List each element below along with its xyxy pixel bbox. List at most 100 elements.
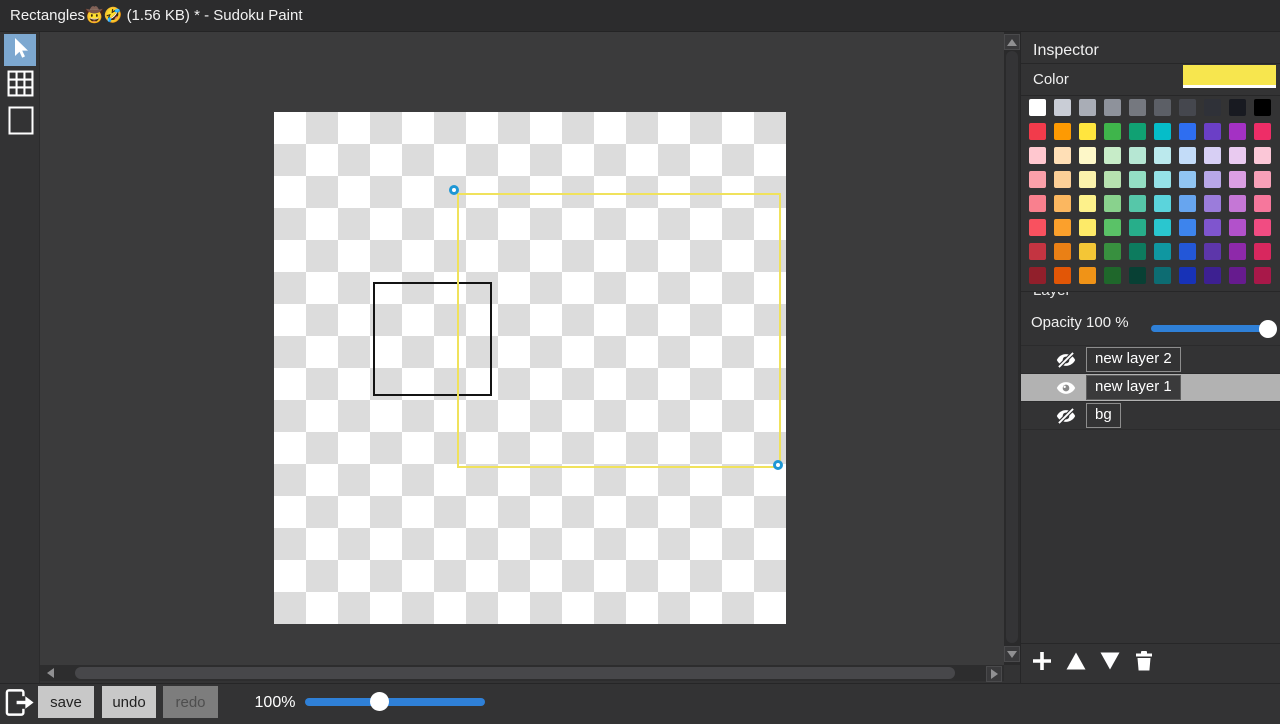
palette-swatch[interactable] [1154,123,1171,140]
rectangle-tool-button[interactable] [7,107,35,138]
palette-swatch[interactable] [1154,195,1171,212]
palette-swatch[interactable] [1204,147,1221,164]
palette-swatch[interactable] [1054,123,1071,140]
palette-swatch[interactable] [1029,195,1046,212]
scroll-right-button[interactable] [986,666,1002,682]
palette-swatch[interactable] [1254,99,1271,116]
palette-swatch[interactable] [1254,243,1271,260]
layer-row[interactable]: bg [1021,402,1280,430]
eye-hidden-icon[interactable] [1054,350,1078,370]
palette-swatch[interactable] [1179,99,1196,116]
palette-swatch[interactable] [1154,243,1171,260]
palette-swatch[interactable] [1179,171,1196,188]
move-layer-up-button[interactable] [1063,650,1089,676]
palette-swatch[interactable] [1229,195,1246,212]
canvas[interactable] [274,112,786,624]
palette-swatch[interactable] [1204,243,1221,260]
palette-swatch[interactable] [1054,219,1071,236]
palette-swatch[interactable] [1254,171,1271,188]
palette-swatch[interactable] [1054,171,1071,188]
palette-swatch[interactable] [1154,267,1171,284]
layer-name-input[interactable]: bg [1086,403,1121,428]
palette-swatch[interactable] [1029,219,1046,236]
palette-swatch[interactable] [1254,147,1271,164]
palette-swatch[interactable] [1229,243,1246,260]
palette-swatch[interactable] [1104,243,1121,260]
palette-swatch[interactable] [1029,123,1046,140]
palette-swatch[interactable] [1079,99,1096,116]
zoom-slider-handle[interactable] [370,692,389,711]
eye-visible-icon[interactable] [1054,378,1078,398]
selection-handle-top-left[interactable] [449,185,459,195]
palette-swatch[interactable] [1129,267,1146,284]
redo-button[interactable]: redo [163,686,218,718]
palette-swatch[interactable] [1029,267,1046,284]
palette-swatch[interactable] [1179,147,1196,164]
palette-swatch[interactable] [1154,147,1171,164]
palette-swatch[interactable] [1229,123,1246,140]
palette-swatch[interactable] [1029,171,1046,188]
palette-swatch[interactable] [1079,243,1096,260]
palette-swatch[interactable] [1204,267,1221,284]
vertical-scrollbar-thumb[interactable] [1006,51,1018,643]
palette-swatch[interactable] [1079,123,1096,140]
selected-rectangle-shape[interactable] [457,193,781,468]
palette-swatch[interactable] [1104,147,1121,164]
palette-swatch[interactable] [1129,243,1146,260]
delete-layer-button[interactable] [1131,650,1157,676]
palette-swatch[interactable] [1204,123,1221,140]
vertical-scrollbar[interactable] [1004,32,1020,665]
palette-swatch[interactable] [1029,99,1046,116]
palette-swatch[interactable] [1054,243,1071,260]
palette-swatch[interactable] [1054,195,1071,212]
palette-swatch[interactable] [1129,219,1146,236]
palette-swatch[interactable] [1104,123,1121,140]
eye-hidden-icon[interactable] [1054,406,1078,426]
palette-swatch[interactable] [1229,99,1246,116]
palette-swatch[interactable] [1079,147,1096,164]
horizontal-scrollbar[interactable] [40,665,1004,681]
layer-row[interactable]: new layer 1 [1021,374,1280,402]
palette-swatch[interactable] [1204,171,1221,188]
palette-swatch[interactable] [1104,171,1121,188]
palette-swatch[interactable] [1229,267,1246,284]
palette-swatch[interactable] [1254,267,1271,284]
select-tool-button[interactable] [4,34,36,66]
scroll-left-button[interactable] [42,665,58,681]
palette-swatch[interactable] [1254,195,1271,212]
layer-name-input[interactable]: new layer 1 [1086,375,1181,400]
opacity-slider-handle[interactable] [1259,320,1277,338]
palette-swatch[interactable] [1129,171,1146,188]
palette-swatch[interactable] [1229,147,1246,164]
palette-swatch[interactable] [1154,219,1171,236]
palette-swatch[interactable] [1104,99,1121,116]
horizontal-scrollbar-thumb[interactable] [75,667,955,679]
palette-swatch[interactable] [1129,147,1146,164]
palette-swatch[interactable] [1229,219,1246,236]
undo-button[interactable]: undo [102,686,156,718]
palette-swatch[interactable] [1204,219,1221,236]
palette-swatch[interactable] [1054,147,1071,164]
palette-swatch[interactable] [1204,195,1221,212]
scroll-down-button[interactable] [1004,646,1020,662]
palette-swatch[interactable] [1104,195,1121,212]
palette-swatch[interactable] [1179,219,1196,236]
palette-swatch[interactable] [1079,171,1096,188]
palette-swatch[interactable] [1104,219,1121,236]
palette-swatch[interactable] [1179,267,1196,284]
palette-swatch[interactable] [1179,195,1196,212]
palette-swatch[interactable] [1129,195,1146,212]
palette-swatch[interactable] [1029,147,1046,164]
canvas-viewport[interactable] [40,32,1004,665]
palette-swatch[interactable] [1079,195,1096,212]
palette-swatch[interactable] [1254,219,1271,236]
palette-swatch[interactable] [1254,123,1271,140]
current-color-swatch[interactable] [1183,65,1276,88]
palette-swatch[interactable] [1029,243,1046,260]
palette-swatch[interactable] [1204,99,1221,116]
grid-tool-button[interactable] [6,71,35,100]
palette-swatch[interactable] [1129,99,1146,116]
palette-swatch[interactable] [1154,171,1171,188]
palette-swatch[interactable] [1129,123,1146,140]
palette-swatch[interactable] [1179,123,1196,140]
